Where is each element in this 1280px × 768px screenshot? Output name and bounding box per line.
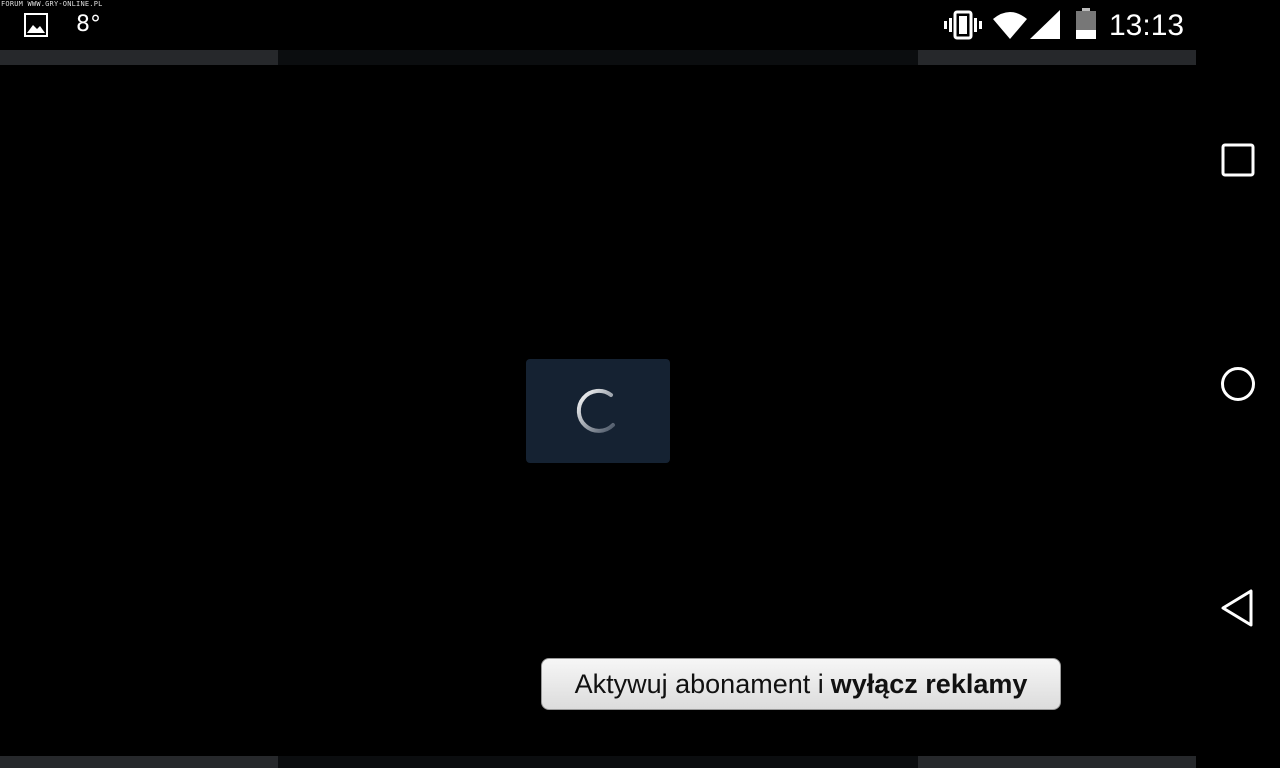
status-bar: 8° 13:13 (0, 0, 1196, 50)
temperature-text: 8° (76, 12, 101, 37)
vibrate-icon (944, 10, 982, 40)
screen: FORUM WWW.GRY-ONLINE.PL 8° 13:13 Aktywuj… (0, 0, 1280, 768)
recents-icon[interactable] (1218, 140, 1258, 180)
top-strip-right-segment (918, 50, 1196, 65)
bottom-strip-left-segment (0, 756, 278, 768)
bottom-strip-right-segment (918, 756, 1196, 768)
subscription-banner-button[interactable]: Aktywuj abonament i wyłącz reklamy (541, 658, 1061, 710)
home-icon[interactable] (1218, 364, 1258, 404)
banner-text-bold: wyłącz reklamy (830, 668, 1028, 699)
gallery-icon (24, 13, 48, 37)
loading-box (526, 359, 670, 463)
wifi-icon (993, 12, 1027, 39)
top-strip-left-segment (0, 50, 278, 65)
back-icon[interactable] (1218, 588, 1258, 628)
navigation-bar (1196, 0, 1280, 768)
top-tab-strip (0, 50, 1196, 65)
banner-text-regular: Aktywuj abonament i (574, 668, 824, 699)
battery-icon (1076, 8, 1096, 39)
signal-icon (1030, 10, 1060, 39)
spinner-icon (576, 388, 615, 433)
bottom-tab-strip (0, 756, 1196, 768)
clock: 13:13 (1109, 9, 1185, 42)
